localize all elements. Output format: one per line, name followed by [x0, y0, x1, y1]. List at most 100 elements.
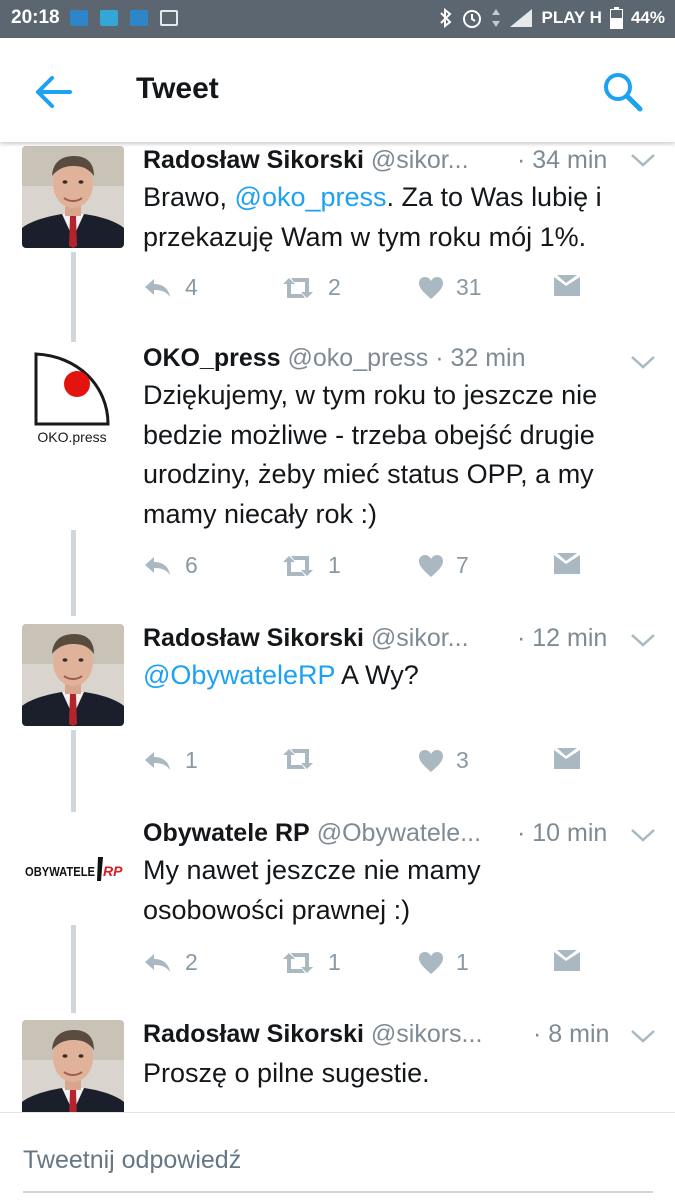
reply-count: 2	[185, 949, 198, 975]
like-button[interactable]: 7	[418, 552, 469, 579]
author-handle[interactable]: @sikors...	[371, 1020, 483, 1048]
tweet-text-part: A Wy?	[335, 660, 419, 690]
retweet-count: 1	[328, 949, 341, 975]
battery-icon	[609, 7, 623, 29]
reply-count: 1	[185, 747, 198, 773]
envelope-icon	[553, 552, 581, 576]
avatar[interactable]	[22, 1020, 124, 1112]
tweet-header: Radosław Sikorski @sikor... · 34 min	[143, 146, 633, 175]
notification-icon	[100, 10, 118, 26]
top-app-bar: Tweet	[0, 38, 675, 142]
reply-icon	[143, 276, 173, 300]
reply-button[interactable]: 4	[143, 274, 198, 301]
tweet-actions: 6 1 7	[143, 552, 643, 582]
obywatele-rp-logo: OBYWATELE RP	[22, 819, 124, 921]
tweet-time: · 10 min	[517, 819, 608, 847]
chevron-down-icon[interactable]	[630, 632, 656, 648]
retweet-icon	[280, 554, 316, 578]
heart-icon	[418, 749, 444, 773]
reply-composer[interactable]: Tweetnij odpowiedź	[0, 1112, 675, 1201]
reply-icon	[143, 951, 173, 975]
heart-icon	[418, 951, 444, 975]
reply-button[interactable]: 6	[143, 552, 198, 579]
author-name[interactable]: OKO_press	[143, 344, 281, 372]
author-name[interactable]: Radosław Sikorski	[143, 146, 364, 174]
input-underline	[23, 1191, 653, 1193]
author-handle[interactable]: @sikor...	[371, 146, 469, 174]
retweet-button[interactable]: 2	[280, 274, 341, 301]
heart-icon	[418, 276, 444, 300]
retweet-icon	[280, 951, 316, 975]
retweet-button[interactable]: 1	[280, 552, 341, 579]
direct-message-button[interactable]	[553, 552, 581, 576]
tweet-time: · 32 min	[435, 344, 526, 372]
chevron-down-icon[interactable]	[630, 827, 656, 843]
tweet-header: Radosław Sikorski @sikors... · 8 min	[143, 1020, 633, 1049]
thread-connector	[71, 925, 76, 1013]
retweet-count: 2	[328, 274, 341, 300]
mention-link[interactable]: @ObywateleRP	[143, 660, 335, 690]
direct-message-button[interactable]	[553, 949, 581, 973]
obywatele-logo-label: OBYWATELE	[25, 865, 95, 879]
arrow-left-icon[interactable]	[30, 70, 76, 114]
envelope-icon	[553, 949, 581, 973]
tweet[interactable]: Radosław Sikorski @sikors... · 8 min Pro…	[0, 1016, 675, 1112]
oko-press-logo-label: OKO.press	[37, 429, 106, 445]
reply-button[interactable]: 2	[143, 949, 198, 976]
author-handle[interactable]: @oko_press	[288, 344, 429, 372]
tweet-actions: 4 2 31	[143, 274, 643, 304]
like-button[interactable]: 3	[418, 747, 469, 774]
reply-icon	[143, 554, 173, 578]
retweet-button[interactable]: 1	[280, 949, 341, 976]
chevron-down-icon[interactable]	[630, 1028, 656, 1044]
tweet-time: · 34 min	[517, 146, 608, 174]
author-handle[interactable]: @sikor...	[371, 624, 469, 652]
tweet-header: Obywatele RP @Obywatele... · 10 min	[143, 819, 633, 848]
direct-message-button[interactable]	[553, 274, 581, 298]
tweet[interactable]: Radosław Sikorski @sikor... · 12 min @Ob…	[0, 620, 675, 812]
retweet-count: 1	[328, 552, 341, 578]
tweet-time: · 12 min	[517, 624, 608, 652]
tweet-text: Brawo, @oko_press. Za to Was lubię i prz…	[143, 178, 658, 257]
retweet-button[interactable]	[280, 747, 328, 771]
tweet-text: @ObywateleRP A Wy?	[143, 656, 658, 696]
like-count: 7	[456, 552, 469, 578]
bluetooth-icon	[440, 8, 452, 28]
chevron-down-icon[interactable]	[630, 152, 656, 168]
like-button[interactable]: 1	[418, 949, 469, 976]
avatar[interactable]	[22, 624, 124, 726]
reply-count: 4	[185, 274, 198, 300]
thread-connector	[71, 730, 76, 812]
direct-message-button[interactable]	[553, 747, 581, 771]
author-name[interactable]: Radosław Sikorski	[143, 1020, 364, 1048]
chevron-down-icon[interactable]	[630, 354, 656, 370]
envelope-icon	[553, 747, 581, 771]
avatar[interactable]	[22, 146, 124, 248]
signal-icon	[510, 9, 533, 27]
conversation-thread: Radosław Sikorski @sikor... · 34 min Bra…	[0, 142, 675, 1112]
author-handle[interactable]: @Obywatele...	[317, 819, 481, 847]
reply-icon	[143, 749, 173, 773]
battery-percent: 44%	[630, 8, 665, 27]
author-name[interactable]: Radosław Sikorski	[143, 624, 364, 652]
tweet[interactable]: Radosław Sikorski @sikor... · 34 min Bra…	[0, 142, 675, 342]
tweet-actions: 1 3	[143, 747, 643, 777]
like-count: 1	[456, 949, 469, 975]
status-time: 20:18	[11, 7, 60, 28]
oko-press-logo: OKO.press	[34, 352, 110, 445]
reply-button[interactable]: 1	[143, 747, 198, 774]
tweet-text: My nawet jeszcze nie mamy osobowości pra…	[143, 851, 543, 930]
author-name[interactable]: Obywatele RP	[143, 819, 310, 847]
mention-link[interactable]: @oko_press	[235, 182, 387, 212]
retweet-icon	[280, 747, 316, 771]
avatar[interactable]: OBYWATELE RP	[22, 819, 124, 921]
tweet-text-part: My nawet jeszcze nie mamy osobowości pra…	[143, 855, 481, 925]
search-icon[interactable]	[599, 68, 645, 114]
reply-input-placeholder[interactable]: Tweetnij odpowiedź	[23, 1146, 241, 1175]
avatar[interactable]: OKO.press	[22, 346, 124, 448]
like-button[interactable]: 31	[418, 274, 482, 301]
status-bar: 20:18 PLAY H 44%	[0, 0, 675, 38]
tweet[interactable]: OKO.press OKO_press @oko_press · 32 min …	[0, 342, 675, 617]
tweet-text: Dziękujemy, w tym roku to jeszcze nie be…	[143, 376, 658, 534]
tweet[interactable]: OBYWATELE RP Obywatele RP @Obywatele... …	[0, 815, 675, 1010]
